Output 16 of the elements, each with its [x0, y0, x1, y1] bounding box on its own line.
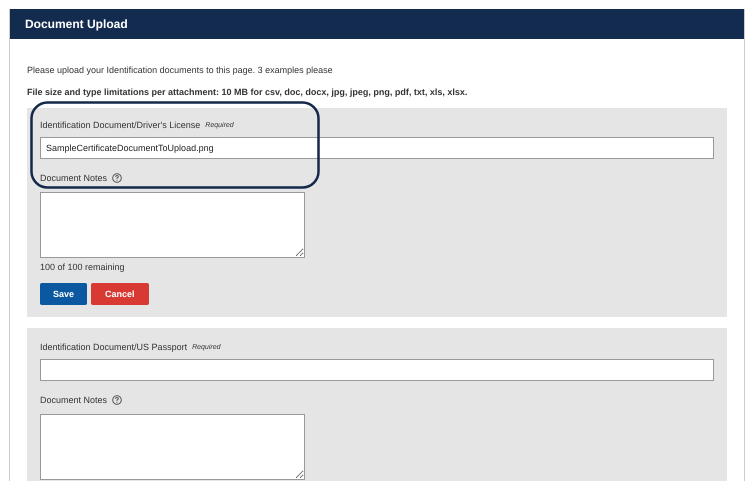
notes-field[interactable] — [40, 192, 305, 258]
help-icon[interactable] — [112, 173, 122, 183]
notes-label: Document Notes — [40, 173, 108, 183]
cancel-button[interactable]: Cancel — [91, 283, 149, 305]
limits-text: File size and type limitations per attachment: 10 MB for csv, doc, docx, jpg, jpeg, png, pdf, txt, xls, xlsx. — [27, 87, 468, 97]
page-title: Document Upload — [25, 17, 128, 31]
field-label: Identification Document/Driver's License — [40, 120, 200, 130]
remaining-count: 100 of 100 remaining — [40, 262, 126, 272]
file-name-field[interactable]: SampleCertificateDocumentToUpload.png — [40, 137, 714, 159]
help-icon[interactable] — [112, 395, 122, 405]
file-name-field[interactable] — [40, 359, 714, 381]
notes-field[interactable] — [40, 414, 305, 480]
intro-text: Please upload your Identification documents to this page. 3 examples please — [27, 65, 334, 75]
notes-label: Document Notes — [40, 395, 108, 405]
field-label: Identification Document/US Passport — [40, 342, 188, 352]
save-button[interactable]: Save — [40, 283, 88, 305]
